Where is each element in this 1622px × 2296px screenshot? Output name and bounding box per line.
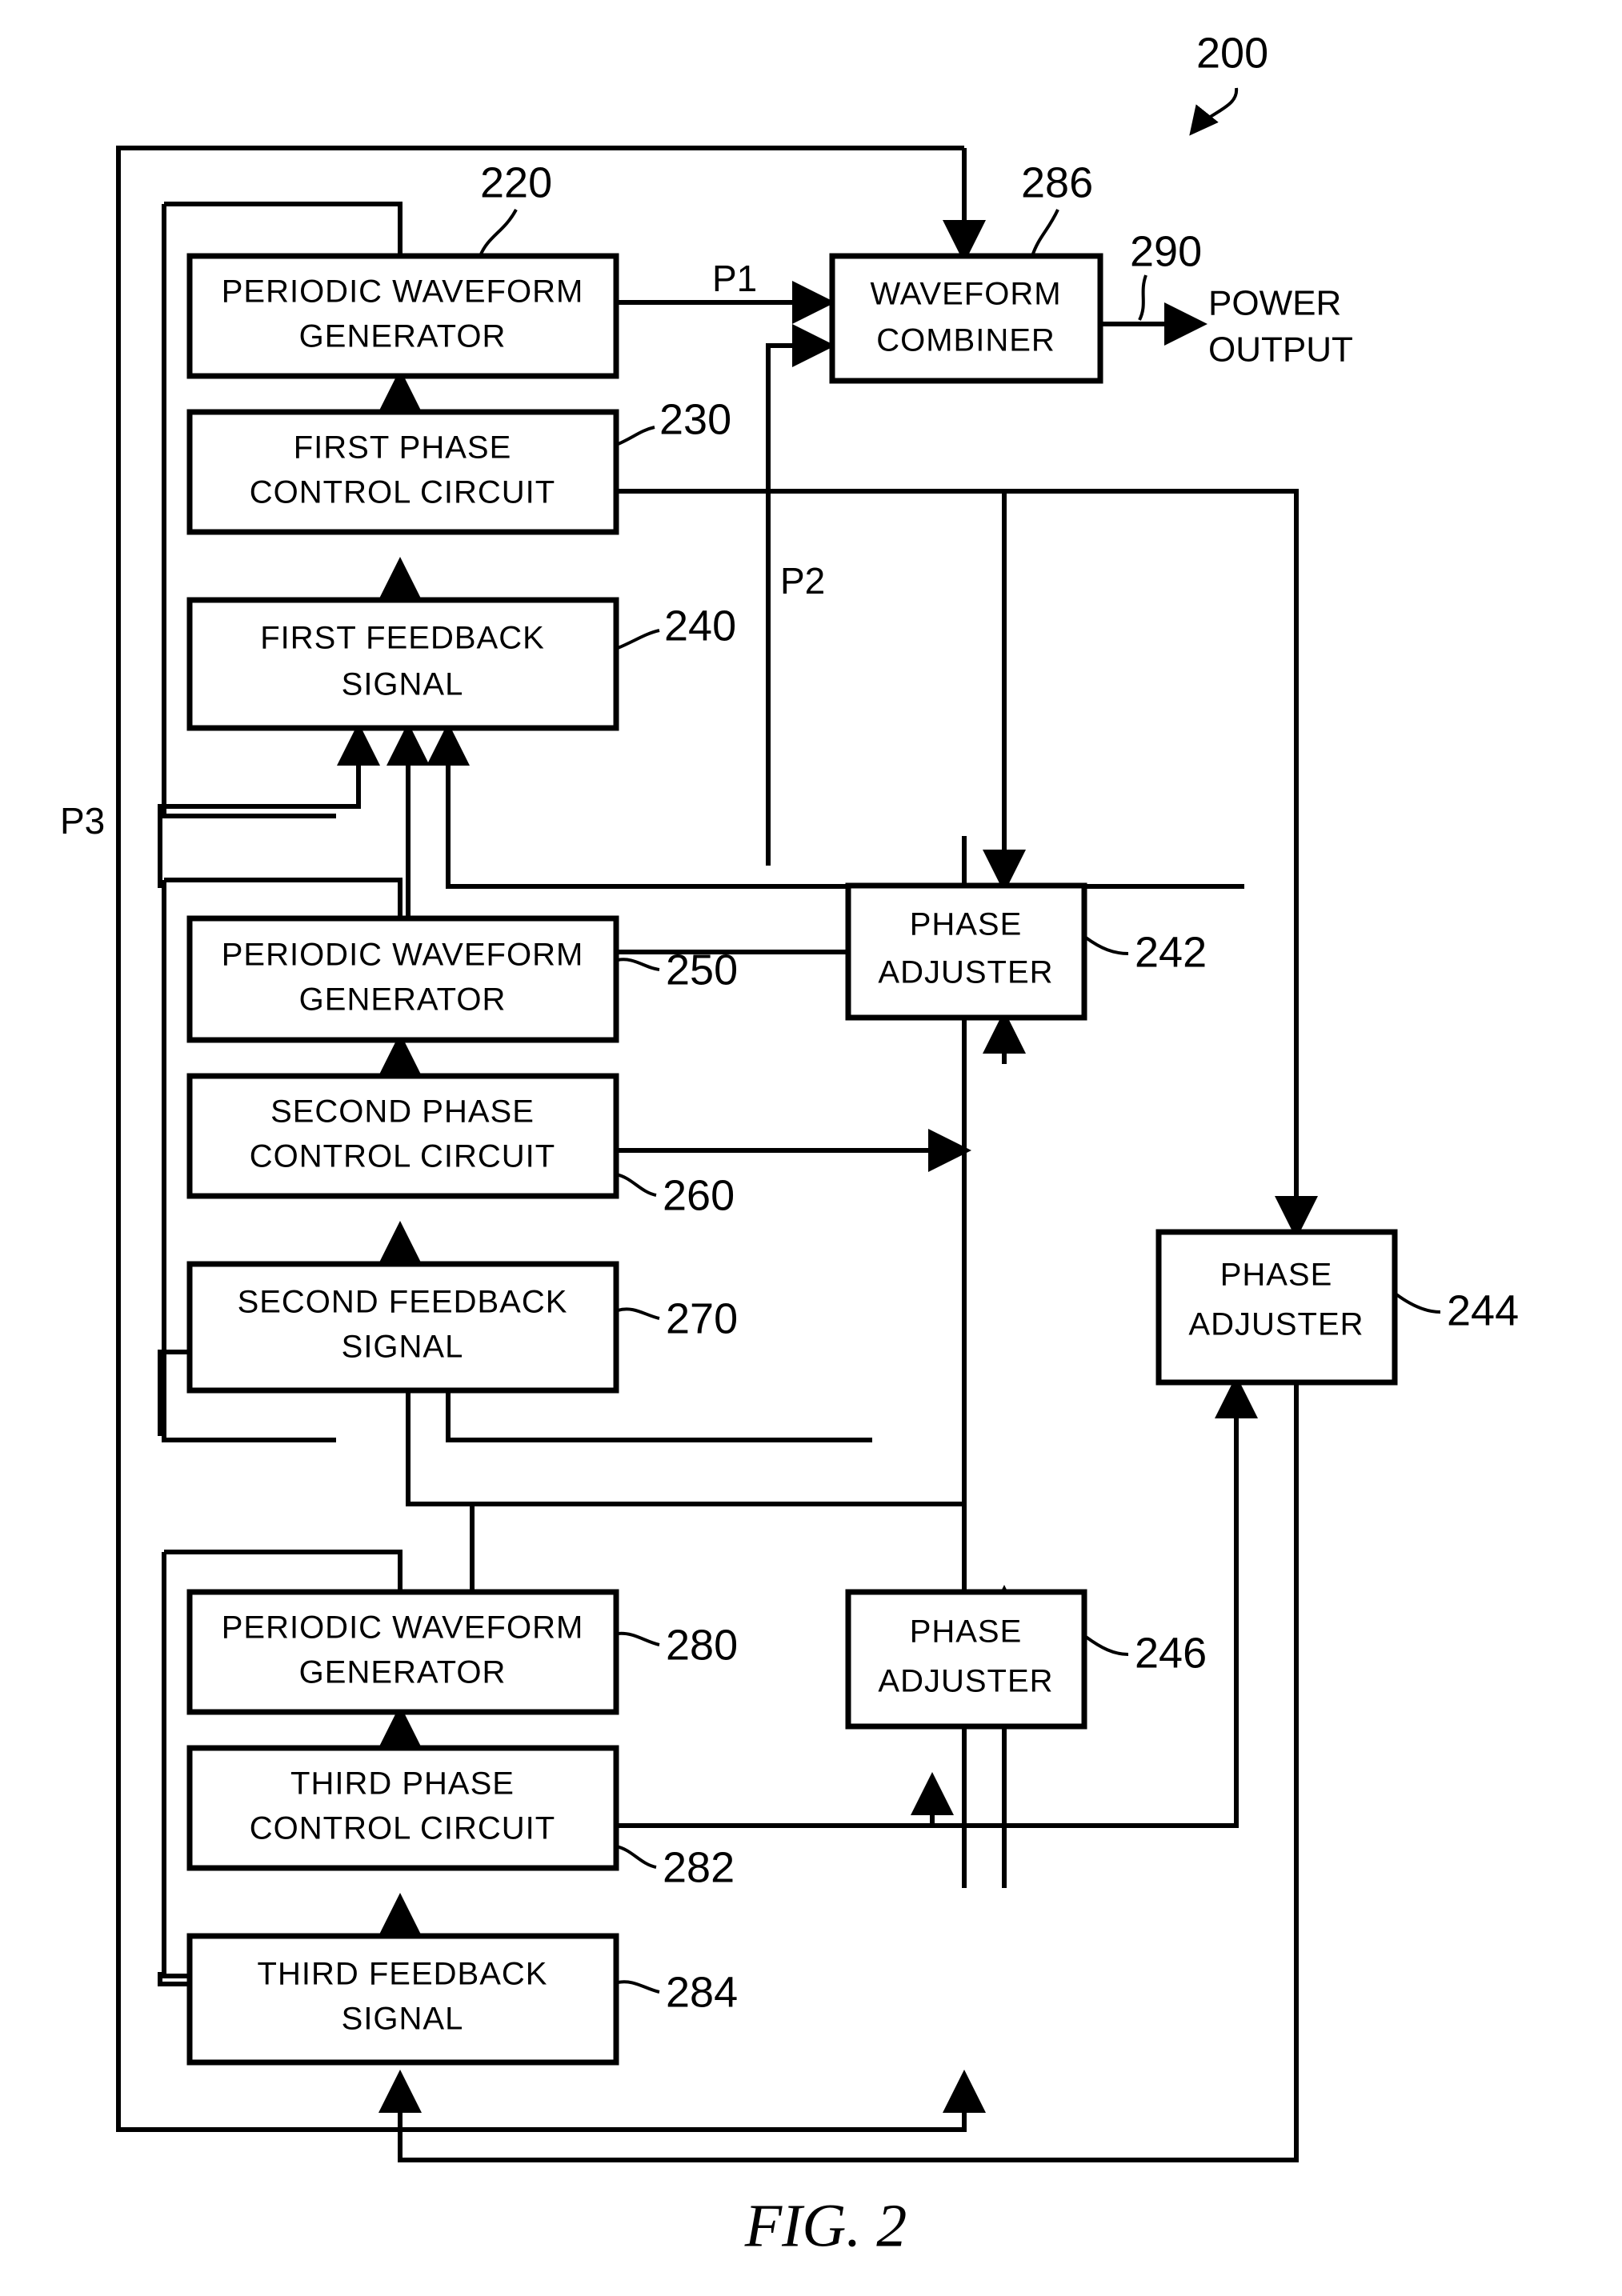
ref-number-250: 250: [666, 946, 738, 994]
leader-282: [615, 1845, 657, 1869]
power-output-label-line2: OUTPUT: [1208, 330, 1353, 370]
ref-number-286: 286: [1021, 158, 1093, 206]
ref-number-240: 240: [664, 602, 736, 650]
ref-number-220: 220: [480, 158, 552, 206]
block-periodic-waveform-generator-280[interactable]: PERIODIC WAVEFORM GENERATOR: [186, 1589, 619, 1715]
leader-240: [617, 629, 660, 650]
block-label-line2: SIGNAL: [342, 2002, 464, 2037]
wire-tpcc-out: [616, 1321, 1258, 1828]
block-diagram: PERIODIC WAVEFORM GENERATOR 220 FIRST PH…: [60, 29, 1519, 2259]
signal-label-p3: P3: [60, 800, 105, 842]
block-label-line2: GENERATOR: [299, 1655, 507, 1690]
leader-286: [1031, 209, 1059, 257]
leader-242: [1084, 936, 1129, 955]
block-label-line2: CONTROL CIRCUIT: [250, 1811, 555, 1846]
ref-number-200: 200: [1196, 29, 1268, 77]
signal-label-p1: P1: [712, 258, 757, 299]
block-label-line1: THIRD PHASE: [290, 1766, 515, 1802]
block-label-line2: GENERATOR: [299, 982, 507, 1018]
block-label-line2: CONTROL CIRCUIT: [250, 475, 555, 510]
block-label-line2: CONTROL CIRCUIT: [250, 1139, 555, 1174]
signal-label-p2: P2: [780, 560, 825, 602]
wire-stage3-top-return: [164, 1550, 402, 1592]
block-waveform-combiner-286[interactable]: WAVEFORM COMBINER: [829, 253, 1103, 384]
block-label-line1: SECOND PHASE: [270, 1094, 535, 1130]
leader-244: [1395, 1293, 1441, 1314]
power-output-label-line1: POWER: [1208, 284, 1341, 323]
wire-ffs-fb-a: [158, 722, 380, 888]
ref-number-282: 282: [663, 1843, 735, 1891]
wire-stage1-top-return: [164, 202, 402, 256]
block-periodic-waveform-generator-250[interactable]: PERIODIC WAVEFORM GENERATOR: [186, 915, 619, 1043]
leader-250: [617, 958, 660, 971]
ref-number-244: 244: [1447, 1286, 1519, 1334]
block-phase-adjuster-242[interactable]: PHASE ADJUSTER: [845, 882, 1087, 1021]
block-label-line2: SIGNAL: [342, 1330, 464, 1365]
block-label-line2: COMBINER: [876, 323, 1055, 358]
ref-number-242: 242: [1135, 928, 1207, 976]
block-first-feedback-signal-240[interactable]: FIRST FEEDBACK SIGNAL: [186, 597, 619, 731]
leader-246: [1084, 1635, 1129, 1656]
block-label-line1: PERIODIC WAVEFORM: [222, 1610, 584, 1646]
block-label-line1: THIRD FEEDBACK: [258, 1957, 548, 1992]
block-label-line1: PERIODIC WAVEFORM: [222, 274, 584, 310]
block-label-line2: ADJUSTER: [878, 955, 1053, 990]
ref-number-270: 270: [666, 1294, 738, 1342]
ref-number-230: 230: [659, 395, 731, 443]
block-label-line1: PHASE: [1220, 1258, 1333, 1293]
block-label-line2: ADJUSTER: [878, 1664, 1053, 1699]
block-second-feedback-signal-270[interactable]: SECOND FEEDBACK SIGNAL: [186, 1261, 619, 1394]
block-label-line1: SECOND FEEDBACK: [238, 1285, 568, 1320]
block-label-line1: WAVEFORM: [870, 277, 1061, 312]
block-third-feedback-signal-284[interactable]: THIRD FEEDBACK SIGNAL: [186, 1933, 619, 2066]
ref-number-290: 290: [1130, 227, 1202, 275]
block-label-line1: PHASE: [910, 907, 1023, 942]
leader-200-arrow: [1189, 87, 1239, 136]
block-second-phase-control-circuit-260[interactable]: SECOND PHASE CONTROL CIRCUIT: [186, 1073, 619, 1199]
wire-ffs-fb-c: [427, 722, 1244, 889]
figure-caption: FIG. 2: [744, 2192, 907, 2259]
block-third-phase-control-circuit-282[interactable]: THIRD PHASE CONTROL CIRCUIT: [186, 1745, 619, 1871]
ref-number-280: 280: [666, 1621, 738, 1669]
leader-270: [617, 1307, 660, 1320]
block-label-line2: ADJUSTER: [1188, 1307, 1364, 1342]
block-first-phase-control-circuit-230[interactable]: FIRST PHASE CONTROL CIRCUIT: [186, 409, 619, 535]
wire-p2-to-combiner: [766, 324, 835, 866]
block-label-line2: SIGNAL: [342, 667, 464, 702]
leader-230: [615, 426, 655, 446]
block-label-line1: PHASE: [910, 1614, 1023, 1650]
ref-number-246: 246: [1135, 1629, 1207, 1677]
wire-stage2-top-return: [164, 878, 402, 918]
block-periodic-waveform-generator-220[interactable]: PERIODIC WAVEFORM GENERATOR: [186, 253, 619, 379]
leader-220: [479, 209, 518, 257]
ref-number-284: 284: [666, 1968, 738, 2016]
block-label-line1: FIRST FEEDBACK: [260, 621, 545, 656]
leader-260: [615, 1173, 657, 1197]
leader-284: [617, 1980, 660, 1994]
block-label-line1: PERIODIC WAVEFORM: [222, 938, 584, 973]
block-phase-adjuster-244[interactable]: PHASE ADJUSTER: [1155, 1229, 1398, 1386]
patent-figure-page: PERIODIC WAVEFORM GENERATOR 220 FIRST PH…: [0, 0, 1622, 2296]
block-phase-adjuster-246[interactable]: PHASE ADJUSTER: [845, 1589, 1087, 1730]
block-label-line1: FIRST PHASE: [294, 430, 512, 466]
block-label-line2: GENERATOR: [299, 319, 507, 354]
leader-290: [1138, 274, 1147, 321]
ref-number-260: 260: [663, 1171, 735, 1219]
leader-280: [617, 1631, 660, 1646]
